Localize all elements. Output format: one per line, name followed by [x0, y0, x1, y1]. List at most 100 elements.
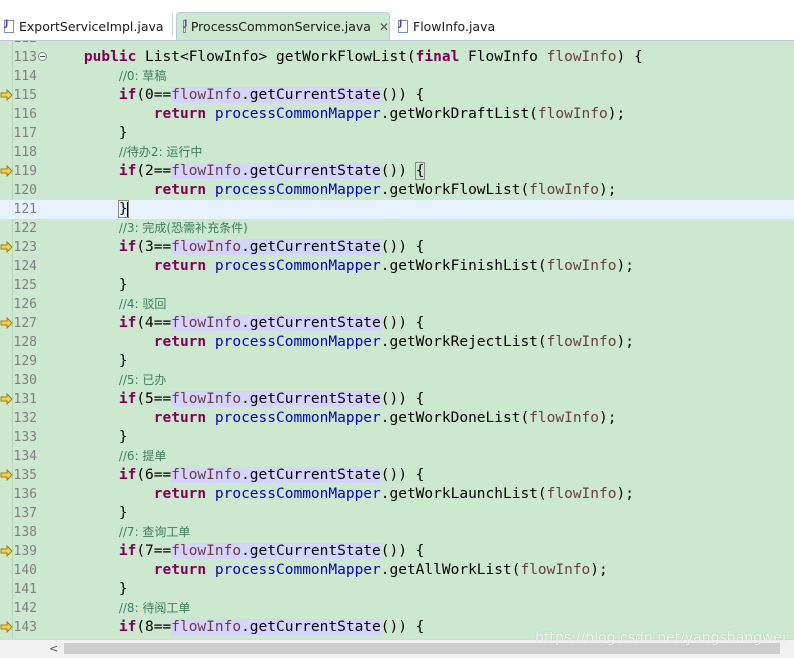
code-text: if(2==flowInfo.getCurrentState()) {	[49, 162, 426, 181]
code-line[interactable]: 129 }	[0, 352, 794, 371]
code-token: if	[118, 315, 137, 331]
code-line[interactable]: 130 //5: 已办	[0, 371, 794, 390]
line-number: 121	[13, 202, 37, 217]
code-token: {	[414, 162, 426, 180]
code-text: return processCommonMapper.getWorkLaunch…	[49, 485, 634, 504]
line-number: 112	[10, 41, 37, 48]
java-file-icon	[4, 19, 14, 33]
line-number: 140	[13, 563, 37, 578]
code-token: }	[49, 125, 128, 141]
code-token: ())	[380, 163, 416, 179]
code-line[interactable]: 126 //4: 驳回	[0, 295, 794, 314]
scroll-left-icon[interactable]: <	[49, 642, 58, 655]
code-token: }	[49, 505, 128, 521]
code-line[interactable]: 139 if(7==flowInfo.getCurrentState()) {	[0, 542, 794, 561]
tab-label: ProcessCommonService.java	[190, 19, 371, 34]
code-line[interactable]: 123 if(3==flowInfo.getCurrentState()) {	[0, 238, 794, 257]
code-line[interactable]: 142 //8: 待阅工单	[0, 599, 794, 618]
code-token: flowInfo	[546, 49, 617, 65]
code-token: if	[118, 467, 137, 483]
code-line[interactable]: 133 }	[0, 428, 794, 447]
code-line[interactable]: 118 //待办2: 运行中	[0, 143, 794, 162]
code-token: processCommonMapper	[214, 486, 381, 502]
code-text: //4: 驳回	[49, 295, 167, 314]
code-line[interactable]: 132 return processCommonMapper.getWorkDo…	[0, 409, 794, 428]
code-line[interactable]: 124 return processCommonMapper.getWorkFi…	[0, 257, 794, 276]
line-number: 119	[13, 164, 37, 179]
close-icon[interactable]: ✕	[379, 21, 389, 33]
code-line[interactable]: 141 }	[0, 580, 794, 599]
tab-flow-info[interactable]: FlowInfo.java	[398, 12, 495, 40]
tab-process-common-service[interactable]: ProcessCommonService.java ✕	[176, 12, 390, 40]
line-number: 139	[13, 544, 37, 559]
code-token: (2==	[136, 163, 172, 179]
code-token: }	[49, 277, 128, 293]
code-line[interactable]: 136 return processCommonMapper.getWorkLa…	[0, 485, 794, 504]
code-text: //8: 待阅工单	[49, 599, 191, 618]
code-line[interactable]: 117 }	[0, 124, 794, 143]
code-text: //0: 草稿	[49, 67, 167, 86]
code-token: FlowInfo	[459, 49, 547, 65]
code-line[interactable]: 128 return processCommonMapper.getWorkRe…	[0, 333, 794, 352]
code-line[interactable]: 119 if(2==flowInfo.getCurrentState()) {	[0, 162, 794, 181]
code-line[interactable]: 140 return processCommonMapper.getAllWor…	[0, 561, 794, 580]
code-token: flowInfo	[171, 619, 242, 635]
code-text: //6: 提单	[49, 447, 167, 466]
java-file-icon	[183, 19, 187, 33]
code-line[interactable]: 125 }	[0, 276, 794, 295]
code-line[interactable]: 115 if(0==flowInfo.getCurrentState()) {	[0, 86, 794, 105]
code-line[interactable]: 121 }	[0, 200, 794, 219]
code-line[interactable]: 138 //7: 查询工单	[0, 523, 794, 542]
editor-tab-bar: ExportServiceImpl.java ProcessCommonServ…	[0, 0, 794, 41]
code-token: }	[49, 581, 128, 597]
code-line[interactable]: 116 return processCommonMapper.getWorkDr…	[0, 105, 794, 124]
code-line[interactable]: 114 //0: 草稿	[0, 67, 794, 86]
code-line[interactable]: 134 //6: 提单	[0, 447, 794, 466]
code-token: .getWorkRejectList(	[380, 334, 547, 350]
code-line[interactable]: 122 //3: 完成(恐需补充条件)	[0, 219, 794, 238]
code-token: (5==	[136, 391, 172, 407]
line-number: 127	[13, 316, 37, 331]
code-text: if(4==flowInfo.getCurrentState()) {	[49, 314, 424, 333]
code-text: //5: 已办	[49, 371, 167, 390]
code-token: ()) {	[380, 543, 425, 559]
code-token: flowInfo	[537, 106, 608, 122]
code-editor[interactable]: 112 113 public List<FlowInfo> getWorkFlo…	[0, 41, 794, 639]
code-token: .getWorkFlowList(	[380, 182, 530, 198]
code-line[interactable]: 137 }	[0, 504, 794, 523]
code-line[interactable]: 120 return processCommonMapper.getWorkFl…	[0, 181, 794, 200]
code-text: }	[49, 276, 128, 295]
tab-export-service-impl[interactable]: ExportServiceImpl.java	[4, 12, 164, 40]
collapse-icon[interactable]	[38, 52, 47, 61]
code-token: return	[153, 410, 207, 426]
code-text: return processCommonMapper.getAllWorkLis…	[49, 561, 608, 580]
code-token: flowInfo	[171, 239, 242, 255]
code-token: flowInfo	[171, 391, 242, 407]
code-text: }	[49, 580, 128, 599]
code-line[interactable]: 135 if(6==flowInfo.getCurrentState()) {	[0, 466, 794, 485]
line-number: 132	[13, 411, 37, 426]
code-line[interactable]: 131 if(5==flowInfo.getCurrentState()) {	[0, 390, 794, 409]
code-token: flowInfo	[546, 486, 617, 502]
code-line[interactable]: 113 public List<FlowInfo> getWorkFlowLis…	[0, 48, 794, 67]
code-text: return processCommonMapper.getWorkDraftL…	[49, 105, 625, 124]
code-token: ()) {	[380, 619, 425, 635]
code-token: .getCurrentState	[241, 543, 381, 559]
code-token: flowInfo	[171, 315, 242, 331]
code-line[interactable]: 127 if(4==flowInfo.getCurrentState()) {	[0, 314, 794, 333]
code-token: //8: 待阅工单	[118, 601, 191, 615]
code-token: //待办2: 运行中	[118, 145, 203, 159]
